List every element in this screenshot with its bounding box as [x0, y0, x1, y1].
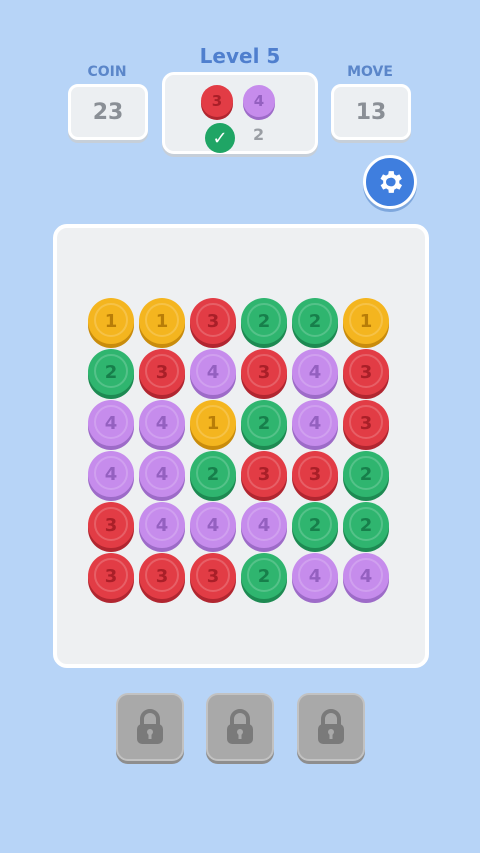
gear-icon [380, 171, 402, 193]
coin-value: 1 [206, 412, 220, 434]
move-label: MOVE [347, 64, 393, 80]
coin-yellow[interactable]: 1 [343, 298, 389, 344]
goal-panel: 3 4 ✓ 2 [162, 72, 318, 154]
locked-slot[interactable] [297, 693, 365, 761]
coin-value: 4 [155, 514, 169, 536]
coin-red[interactable]: 3 [343, 349, 389, 395]
coin-value: 2 [257, 310, 271, 332]
lock-icon [137, 709, 163, 744]
coin-label: COIN [87, 64, 127, 80]
level-title: Level 5 [199, 44, 281, 68]
coin-purple[interactable]: 4 [88, 451, 134, 497]
coin-purple[interactable]: 4 [292, 349, 338, 395]
coin-purple[interactable]: 4 [88, 400, 134, 446]
game-board: 1 1 3 2 2 1 2 3 4 3 4 3 4 4 1 2 4 3 4 4 2 3 3 2 3 4 4 4 2 2 3 3 3 2 4 4 [53, 224, 429, 668]
check-icon: ✓ [205, 123, 235, 153]
coin-value: 2 [104, 361, 118, 383]
move-value: 13 [355, 99, 387, 125]
coin-value: 1 [155, 310, 169, 332]
coin-value: 3 [257, 463, 271, 485]
move-counter: 13 [331, 84, 411, 140]
coin-green[interactable]: 2 [241, 298, 287, 344]
coin-value: 4 [206, 361, 220, 383]
coin-value: 4 [308, 412, 322, 434]
coin-value: 1 [359, 310, 373, 332]
coin-value: 2 [308, 514, 322, 536]
coin-value: 2 [257, 565, 271, 587]
coin-value: 2 [257, 412, 271, 434]
coin-value: 3 [155, 565, 169, 587]
coin-green[interactable]: 2 [343, 502, 389, 548]
coin-purple[interactable]: 4 [139, 400, 185, 446]
coin-value: 4 [206, 514, 220, 536]
coin-value: 4 [257, 514, 271, 536]
coin-red[interactable]: 3 [88, 502, 134, 548]
coin-value: 4 [155, 463, 169, 485]
coin-value: 1 [104, 310, 118, 332]
coin-value: 2 [359, 514, 373, 536]
settings-button[interactable] [363, 155, 417, 209]
coin-red[interactable]: 3 [139, 349, 185, 395]
coin-red[interactable]: 3 [88, 553, 134, 599]
coin-value: 2 [308, 310, 322, 332]
coin-red[interactable]: 3 [241, 349, 287, 395]
coin-red[interactable]: 3 [190, 553, 236, 599]
lock-icon [318, 709, 344, 744]
coin-green[interactable]: 2 [292, 298, 338, 344]
coin-red[interactable]: 3 [241, 451, 287, 497]
coin-yellow[interactable]: 1 [139, 298, 185, 344]
coin-value: 3 [155, 361, 169, 383]
coin-value: 3 [206, 310, 220, 332]
goal-coin-value: 4 [253, 92, 265, 110]
coin-counter: 23 [68, 84, 148, 140]
coin-green[interactable]: 2 [88, 349, 134, 395]
coin-red[interactable]: 3 [139, 553, 185, 599]
coin-red[interactable]: 3 [190, 298, 236, 344]
coin-value: 3 [359, 361, 373, 383]
coin-value: 3 [257, 361, 271, 383]
coin-value: 4 [359, 565, 373, 587]
coin-value: 2 [359, 463, 373, 485]
coin-value: 3 [104, 514, 118, 536]
coin-red[interactable]: 3 [292, 451, 338, 497]
coin-purple[interactable]: 4 [343, 553, 389, 599]
locked-slot[interactable] [206, 693, 274, 761]
coin-purple[interactable]: 4 [190, 349, 236, 395]
coin-value: 4 [308, 361, 322, 383]
coin-purple[interactable]: 4 [139, 502, 185, 548]
coin-purple[interactable]: 4 [292, 553, 338, 599]
coin-purple[interactable]: 4 [292, 400, 338, 446]
coin-purple[interactable]: 4 [190, 502, 236, 548]
coin-value: 3 [359, 412, 373, 434]
coin-value: 4 [308, 565, 322, 587]
coin-value: 4 [104, 463, 118, 485]
coin-purple[interactable]: 4 [241, 502, 287, 548]
goal-coin-value: 3 [211, 92, 223, 110]
coin-value: 4 [155, 412, 169, 434]
locked-slot[interactable] [116, 693, 184, 761]
coin-value: 3 [308, 463, 322, 485]
goal-completed-count: 2 [253, 125, 265, 144]
coin-purple[interactable]: 4 [139, 451, 185, 497]
coin-value: 2 [206, 463, 220, 485]
lock-icon [227, 709, 253, 744]
goal-coin-red: 3 [201, 85, 233, 117]
coin-yellow[interactable]: 1 [88, 298, 134, 344]
coin-yellow[interactable]: 1 [190, 400, 236, 446]
coin-red[interactable]: 3 [343, 400, 389, 446]
coin-green[interactable]: 2 [190, 451, 236, 497]
coin-value: 23 [92, 99, 124, 125]
coin-value: 3 [206, 565, 220, 587]
coin-green[interactable]: 2 [241, 553, 287, 599]
coin-green[interactable]: 2 [292, 502, 338, 548]
coin-green[interactable]: 2 [343, 451, 389, 497]
coin-green[interactable]: 2 [241, 400, 287, 446]
coin-value: 3 [104, 565, 118, 587]
coin-value: 4 [104, 412, 118, 434]
goal-coin-purple: 4 [243, 85, 275, 117]
